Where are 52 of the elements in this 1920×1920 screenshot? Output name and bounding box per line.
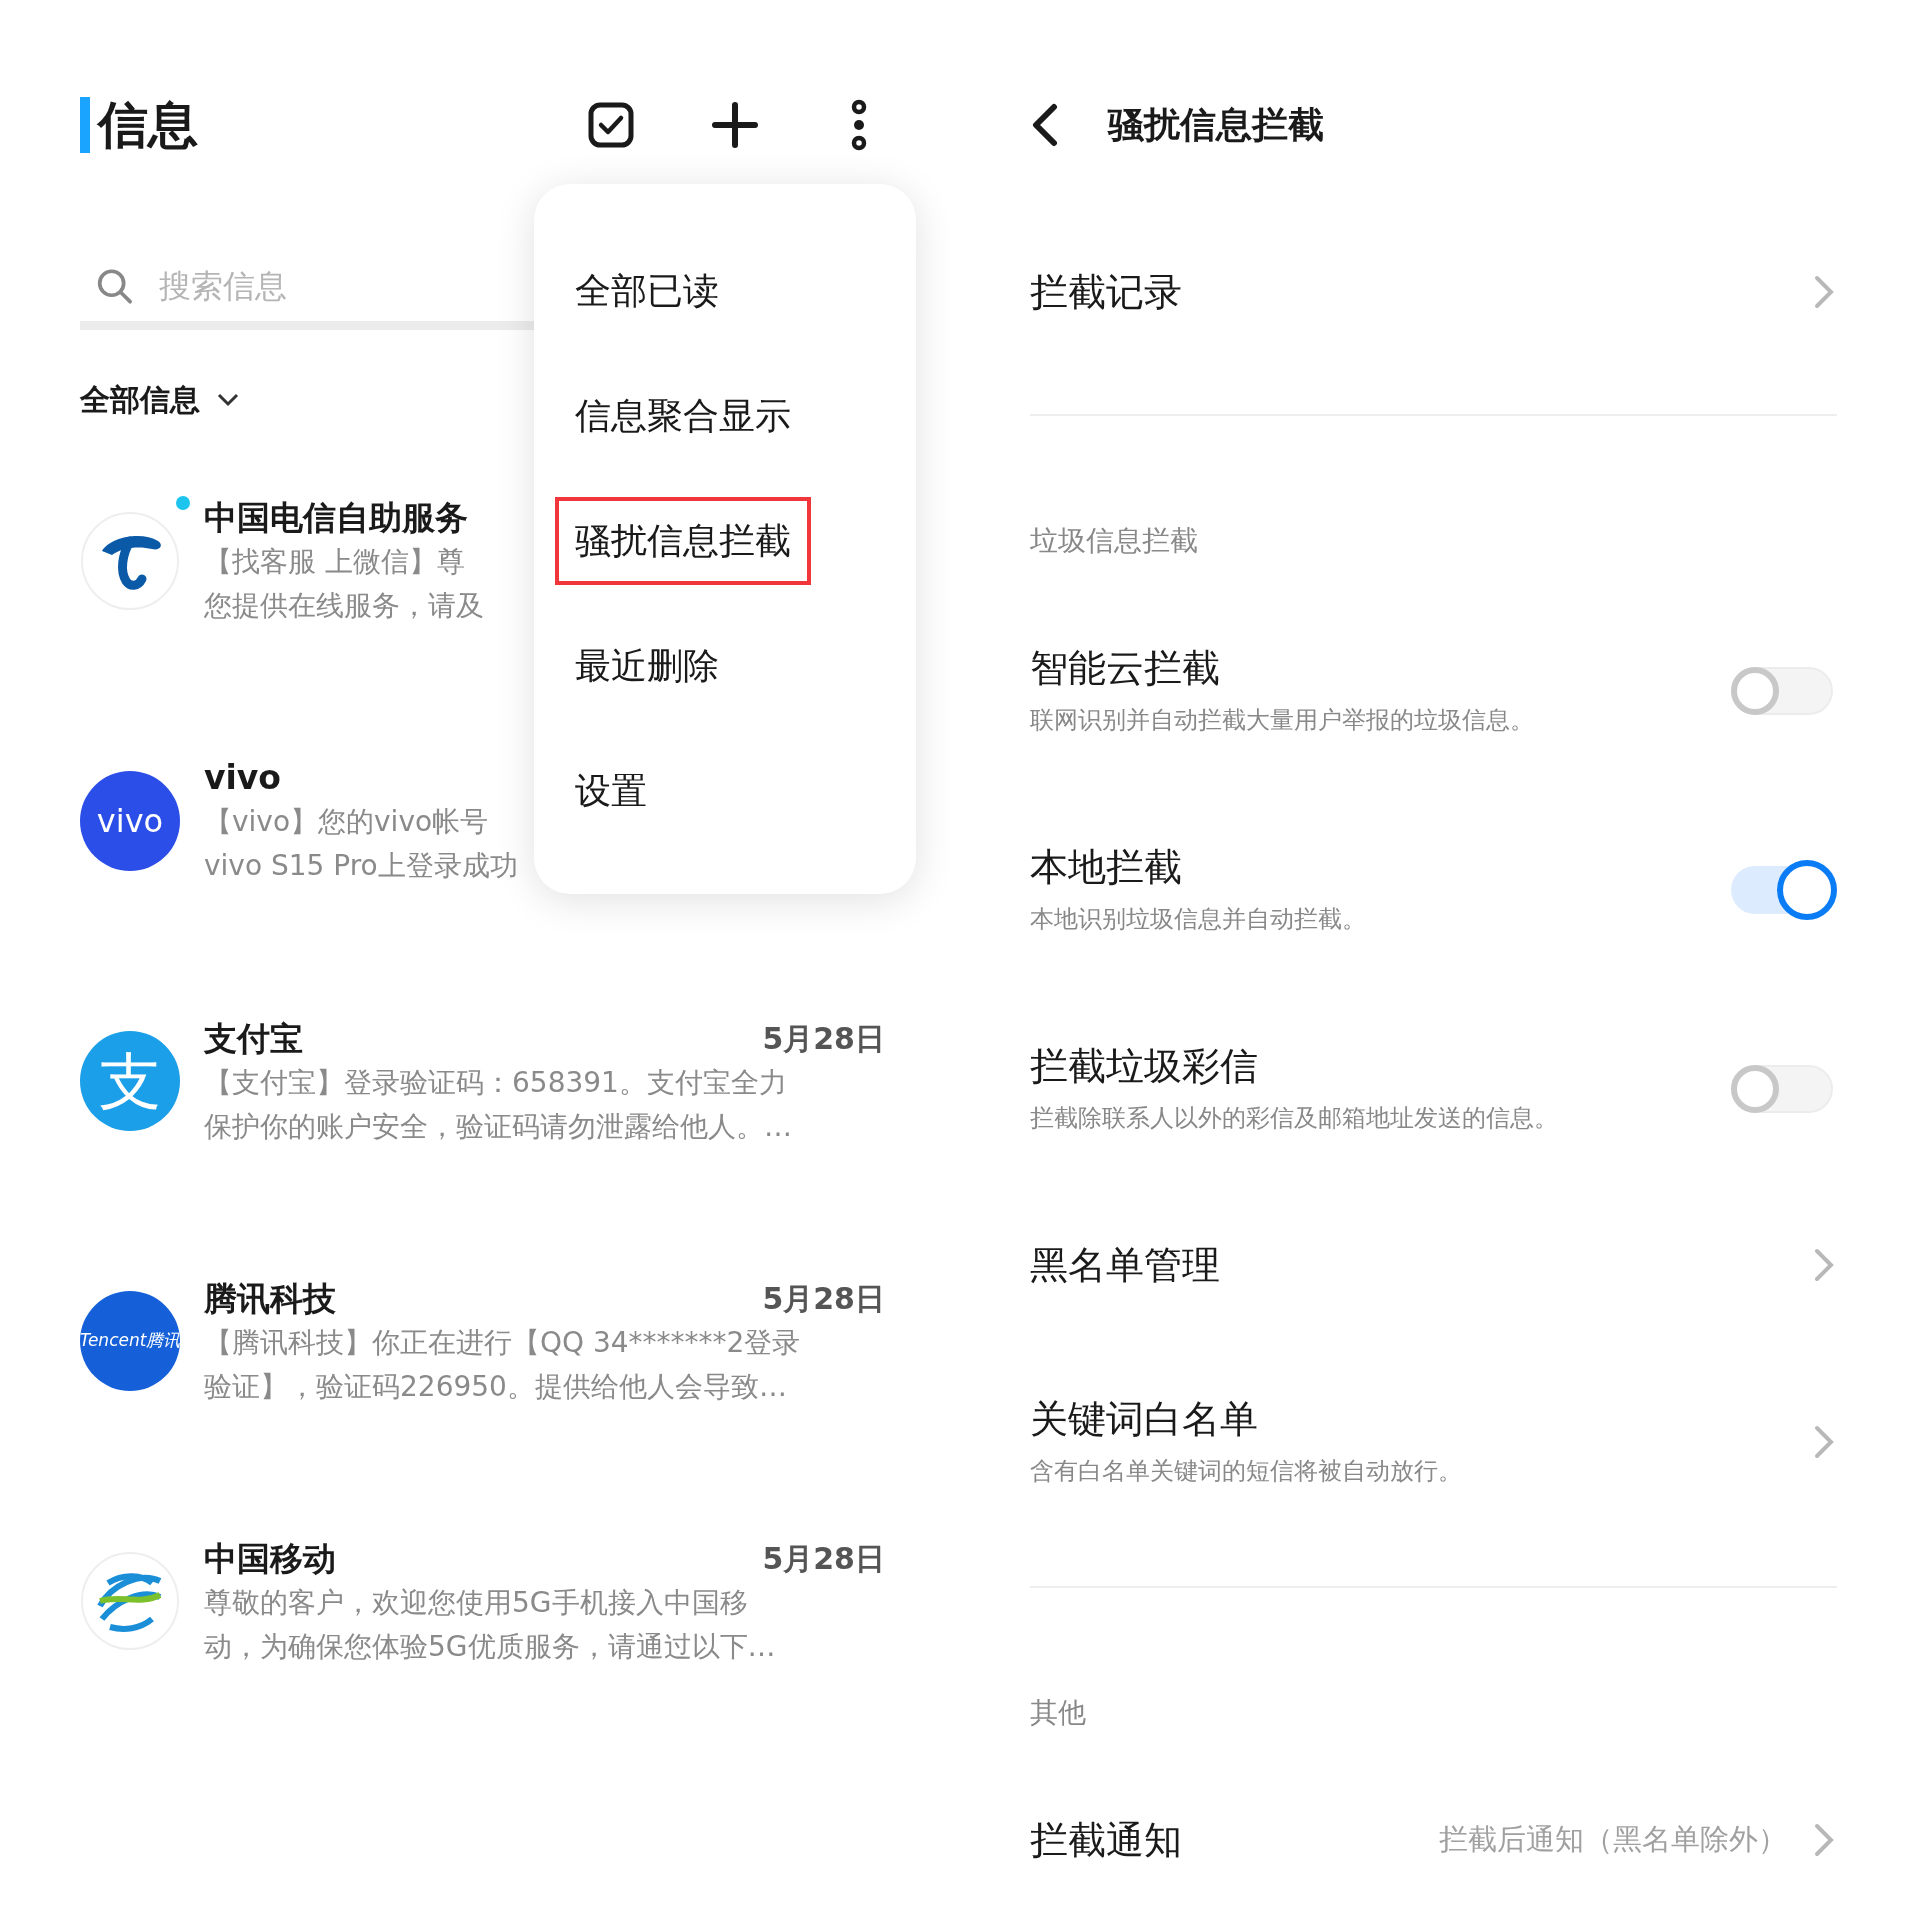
setting-description: 含有白名单关键词的短信将被自动放行。: [1030, 1456, 1463, 1487]
screen-title: 信息: [80, 97, 198, 153]
section-heading: 其他: [1030, 1695, 1087, 1731]
screen-title: 骚扰信息拦截: [1108, 103, 1324, 147]
message-date: 5月28日: [762, 1280, 885, 1318]
swirl-logo-icon: [80, 511, 180, 611]
rings-logo-icon: [80, 1551, 180, 1651]
avatar: vivo: [80, 771, 180, 871]
avatar: Tencent腾讯: [80, 1291, 180, 1391]
setting-title: 本地拦截: [1030, 844, 1183, 891]
message-preview: 保护你的账户安全，验证码请勿泄露给他人。…: [204, 1109, 792, 1145]
section-heading: 垃圾信息拦截: [1030, 523, 1199, 559]
settings-row[interactable]: 拦截通知 拦截后通知（黑名单除外）: [1030, 1763, 1837, 1917]
setting-title: 关键词白名单: [1030, 1396, 1259, 1443]
caret-icon: [216, 392, 240, 408]
toggle-switch[interactable]: [1731, 859, 1837, 920]
back-icon[interactable]: [1030, 103, 1060, 147]
contact-name: 中国移动: [204, 1537, 336, 1580]
menu-item[interactable]: 信息聚合显示: [555, 371, 811, 460]
message-preview: 您提供在线服务，请及: [204, 588, 484, 624]
settings-row[interactable]: 黑名单管理: [1030, 1188, 1837, 1342]
message-preview: 【支付宝】登录验证码：658391。支付宝全力: [204, 1065, 787, 1101]
message-preview: 尊敬的客户，欢迎您使用5G手机接入中国移: [204, 1585, 748, 1621]
menu-item[interactable]: 最近删除: [555, 621, 739, 710]
contact-name: 腾讯科技: [204, 1277, 336, 1320]
message-date: 5月28日: [762, 1540, 885, 1578]
setting-title: 智能云拦截: [1030, 645, 1221, 692]
message-preview: 【vivo】您的vivo帐号: [204, 804, 489, 840]
message-preview: vivo S15 Pro上登录成功: [204, 848, 518, 884]
contact-name: 支付宝: [204, 1017, 303, 1060]
message-date: 5月28日: [762, 1020, 885, 1058]
setting-title: 拦截通知: [1030, 1817, 1183, 1864]
setting-description: 拦截除联系人以外的彩信及邮箱地址发送的信息。: [1030, 1103, 1559, 1134]
setting-description: 本地识别垃圾信息并自动拦截。: [1030, 904, 1367, 935]
contact-name: vivo: [204, 757, 281, 799]
setting-description: 联网识别并自动拦截大量用户举报的垃圾信息。: [1030, 705, 1535, 736]
avatar: 支: [80, 1031, 180, 1131]
plus-icon[interactable]: [709, 99, 761, 151]
menu-item[interactable]: 设置: [555, 746, 667, 835]
message-preview: 【腾讯科技】你正在进行【QQ 34*******2登录: [204, 1325, 801, 1361]
message-preview: 【找客服 上微信】尊: [204, 544, 465, 580]
setting-title: 拦截垃圾彩信: [1030, 1043, 1259, 1090]
setting-value: 拦截后通知（黑名单除外）: [1439, 1821, 1787, 1859]
contact-name: 中国电信自助服务: [204, 497, 468, 539]
setting-title: 拦截记录: [1030, 269, 1183, 316]
filter-dropdown[interactable]: 全部信息: [80, 380, 240, 420]
menu-item[interactable]: 骚扰信息拦截: [555, 496, 811, 585]
settings-row[interactable]: 拦截记录: [1030, 215, 1837, 369]
settings-row[interactable]: 关键词白名单 含有白名单关键词的短信将被自动放行。: [1030, 1342, 1837, 1541]
setting-title: 黑名单管理: [1030, 1242, 1221, 1289]
message-preview: 验证】，验证码226950。提供给他人会导致…: [204, 1369, 787, 1405]
message-preview: 动，为确保您体验5G优质服务，请通过以下…: [204, 1629, 776, 1665]
